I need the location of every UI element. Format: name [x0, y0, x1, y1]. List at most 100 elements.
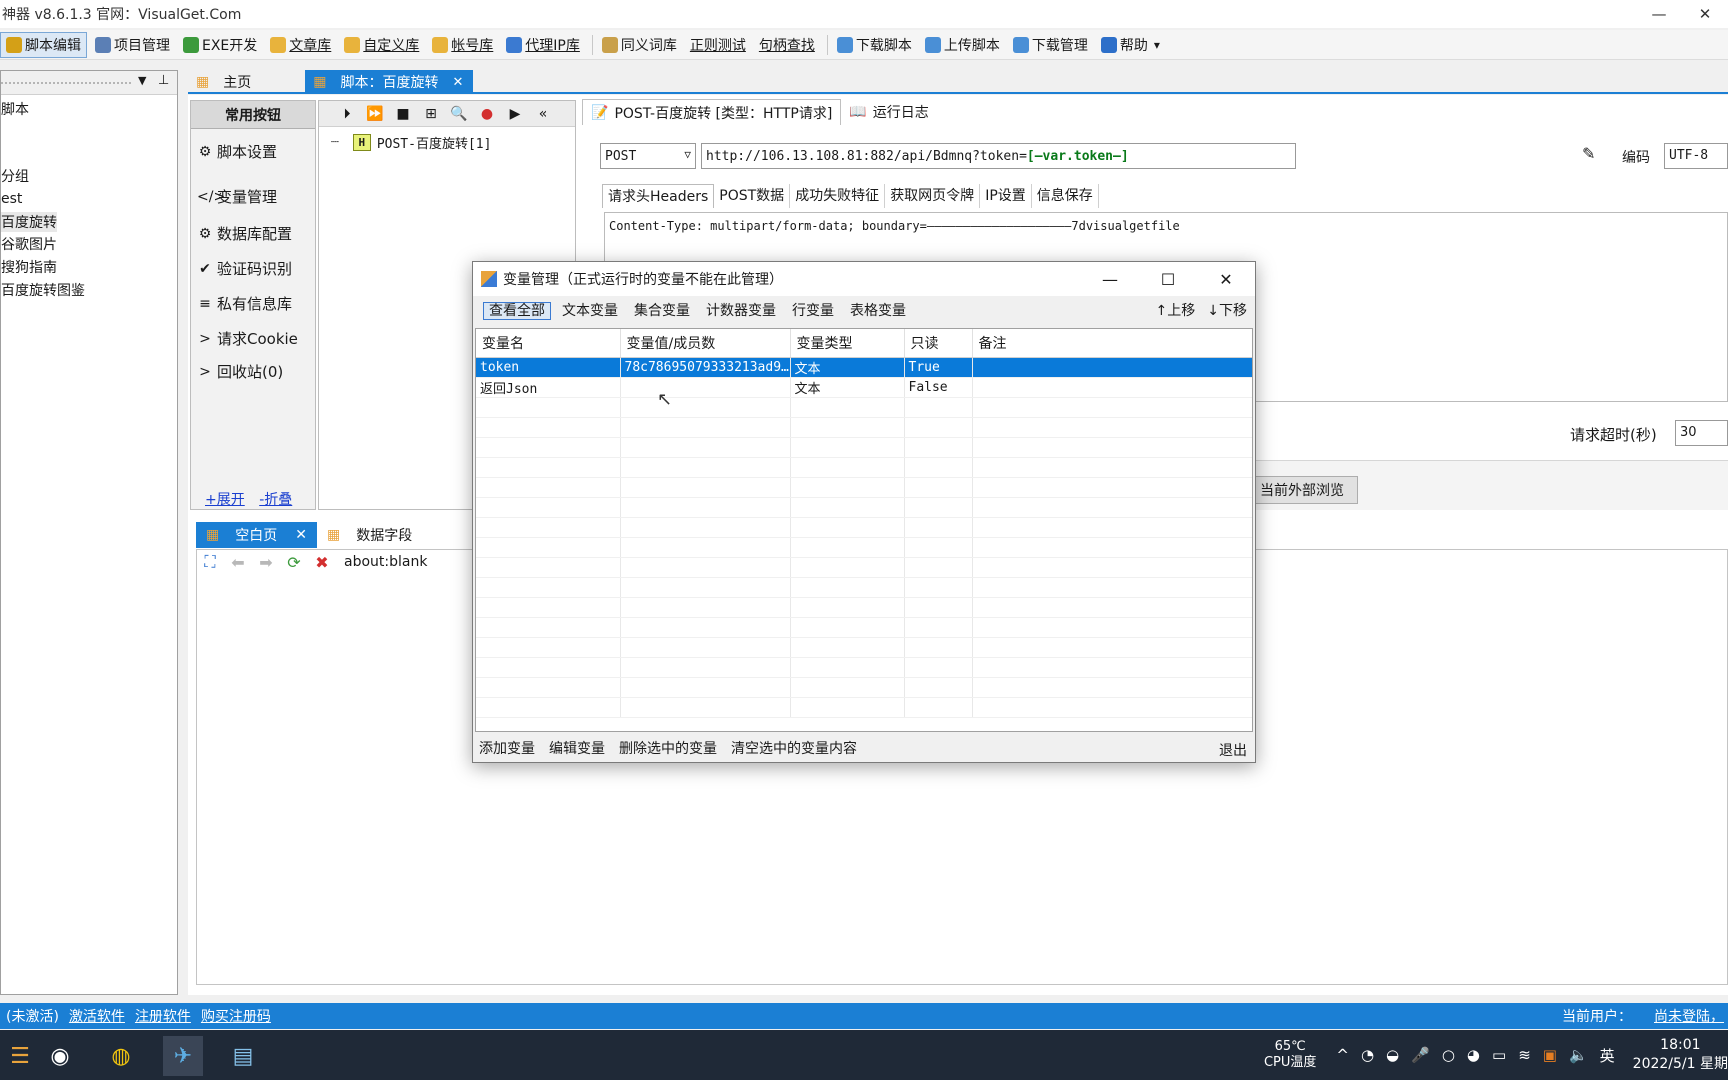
script-tool-icon[interactable]: ⏵	[337, 106, 357, 122]
clock[interactable]: 18:01 2022/5/1 星期	[1633, 1036, 1728, 1074]
variable-filter-tab[interactable]: 计数器变量	[701, 303, 781, 319]
variable-filter-tab[interactable]: 表格变量	[845, 303, 911, 319]
status-link[interactable]: 购买注册码	[201, 1009, 271, 1025]
external-browser-button[interactable]: 当前外部浏览	[1246, 476, 1358, 504]
status-link[interactable]: 注册软件	[135, 1009, 191, 1025]
left-tree-item[interactable]: 谷歌图片	[1, 234, 57, 254]
chrome-alt-icon[interactable]: ◉	[40, 1036, 80, 1076]
wifi-icon[interactable]: ≋	[1518, 1046, 1531, 1064]
script-tool-icon[interactable]: ⏩	[365, 106, 385, 122]
toolbar-item[interactable]: EXE开发	[178, 32, 262, 58]
tab-request[interactable]: 📝 POST-百度旋转 [类型：HTTP请求]	[582, 99, 842, 125]
request-subtab[interactable]: 信息保存	[1032, 184, 1099, 208]
url-input[interactable]: http://106.13.108.81:882/api/Bdmnq?token…	[701, 143, 1296, 169]
toolbar-item[interactable]: 自定义库	[339, 32, 424, 58]
left-tree-item[interactable]: 百度旋转图鉴	[1, 280, 85, 300]
tree-node-post[interactable]: ┈ H POST-百度旋转[1]	[331, 133, 491, 152]
move-up-button[interactable]: ↑上移	[1156, 300, 1196, 320]
exit-button[interactable]: 退出	[1219, 740, 1247, 760]
common-button[interactable]: > 回收站(0)	[197, 361, 283, 382]
column-header[interactable]: 备注	[972, 329, 1252, 358]
left-tree-item[interactable]: 百度旋转	[1, 212, 57, 232]
table-row[interactable]: token 78c78695079333213ad9... 文本 True	[476, 357, 1252, 378]
expand-link[interactable]: +展开	[205, 492, 245, 508]
dialog-footer-button[interactable]: 添加变量	[479, 738, 535, 758]
toolbar-item[interactable]: 上传脚本	[920, 32, 1005, 58]
close-icon[interactable]: ✕	[1197, 262, 1255, 296]
script-tool-icon[interactable]: ⊞	[421, 106, 441, 122]
toolbar-item[interactable]: 文章库	[265, 32, 336, 58]
common-button[interactable]: </> 变量管理	[197, 186, 277, 207]
toolbar-item[interactable]: 正则测试	[685, 32, 751, 58]
pin-icon[interactable]: ⊥	[158, 73, 169, 88]
script-tool-icon[interactable]: ▶	[505, 106, 525, 122]
maximize-icon[interactable]: ☐	[1139, 262, 1197, 296]
mic-icon[interactable]: 🎤	[1411, 1046, 1430, 1064]
column-header[interactable]: 变量类型	[790, 329, 905, 358]
move-down-button[interactable]: ↓下移	[1207, 300, 1247, 320]
tab-close-icon[interactable]: ✕	[295, 527, 307, 543]
volume-icon[interactable]: 🔈	[1569, 1046, 1588, 1064]
ime-lang[interactable]: 英	[1600, 1045, 1615, 1066]
variable-filter-tab[interactable]: 行变量	[787, 303, 839, 319]
request-subtab[interactable]: IP设置	[980, 184, 1032, 208]
collapse-link[interactable]: -折叠	[259, 492, 292, 508]
request-subtab[interactable]: 获取网页令牌	[885, 184, 981, 208]
user-login-link[interactable]: 尚未登陆，	[1654, 1006, 1724, 1026]
back-arrow-icon[interactable]: ⬅	[228, 553, 248, 572]
chrome-icon[interactable]: ◍	[101, 1036, 141, 1076]
chevron-up-icon[interactable]: ^	[1336, 1046, 1349, 1064]
script-tool-icon[interactable]: ●	[477, 106, 497, 122]
toolbar-item[interactable]: 帐号库	[427, 32, 498, 58]
stop-icon[interactable]: ✖	[312, 553, 332, 572]
variable-filter-tab[interactable]: 查看全部	[483, 302, 551, 320]
circle-app-icon[interactable]: ○	[1442, 1046, 1455, 1064]
toolbar-item[interactable]: 脚本编辑	[0, 31, 87, 58]
battery-icon[interactable]: ▭	[1492, 1046, 1506, 1064]
left-tree-item[interactable]: 分组	[1, 166, 29, 186]
toolbar-item[interactable]: 代理IP库	[501, 32, 585, 58]
left-tree-item[interactable]: 脚本	[1, 99, 29, 119]
toolbar-item[interactable]: 下载脚本	[832, 32, 917, 58]
request-subtab[interactable]: 成功失败特征	[790, 184, 886, 208]
browser-tab[interactable]: ▦ 空白页 ✕	[196, 522, 317, 548]
visualget-app-icon[interactable]: ✈	[163, 1036, 203, 1076]
encoding-select[interactable]: UTF-8	[1664, 143, 1728, 169]
dialog-footer-button[interactable]: 清空选中的变量内容	[731, 738, 857, 758]
wechat-icon[interactable]: ◒	[1386, 1046, 1399, 1064]
column-header[interactable]: 变量名	[476, 329, 621, 358]
request-subtab[interactable]: 请求头Headers	[602, 184, 715, 208]
refresh-icon[interactable]: ⟳	[284, 553, 304, 572]
column-header[interactable]: 只读	[904, 329, 973, 358]
dialog-footer-button[interactable]: 删除选中的变量	[619, 738, 717, 758]
notepad-icon[interactable]: ▤	[223, 1036, 263, 1076]
main-tab[interactable]: ▦ 主页	[188, 70, 261, 94]
tab-run-log[interactable]: 📖 运行日志	[841, 99, 936, 125]
request-subtab[interactable]: POST数据	[714, 184, 791, 208]
table-row[interactable]: 返回Json 文本 False	[476, 377, 1252, 398]
address-text[interactable]: about:blank	[344, 554, 427, 570]
toolbar-item[interactable]: 项目管理	[90, 32, 175, 58]
common-button[interactable]: > 请求Cookie	[197, 328, 298, 349]
toolbar-item[interactable]: 下载管理	[1008, 32, 1093, 58]
common-button[interactable]: ≡ 私有信息库	[197, 293, 292, 314]
script-tool-icon[interactable]: «	[533, 106, 553, 122]
variable-filter-tab[interactable]: 集合变量	[629, 303, 695, 319]
common-button[interactable]: ⚙ 脚本设置	[197, 141, 277, 162]
tab-close-icon[interactable]: ✕	[452, 75, 463, 90]
status-link[interactable]: 激活软件	[69, 1009, 125, 1025]
browser-tab[interactable]: ▦ 数据字段	[317, 522, 422, 548]
app-menu-icon[interactable]: ☰	[0, 1036, 40, 1076]
minimize-button[interactable]: —	[1636, 0, 1682, 28]
dialog-footer-button[interactable]: 编辑变量	[549, 738, 605, 758]
fullscreen-icon[interactable]: ⛶	[200, 552, 220, 572]
common-button[interactable]: ⚙ 数据库配置	[197, 223, 292, 244]
minimize-icon[interactable]: —	[1081, 262, 1139, 296]
common-button[interactable]: ✔ 验证码识别	[197, 258, 292, 279]
main-tab[interactable]: ▦ 脚本：百度旋转 ✕	[305, 70, 474, 94]
toolbar-item[interactable]: 帮助 ▾	[1096, 32, 1165, 58]
tray-app-icon[interactable]: ◔	[1361, 1046, 1374, 1064]
drag-grip[interactable]	[1, 82, 131, 84]
forward-arrow-icon[interactable]: ➡	[256, 553, 276, 572]
method-select[interactable]: POST ▽	[600, 143, 696, 169]
